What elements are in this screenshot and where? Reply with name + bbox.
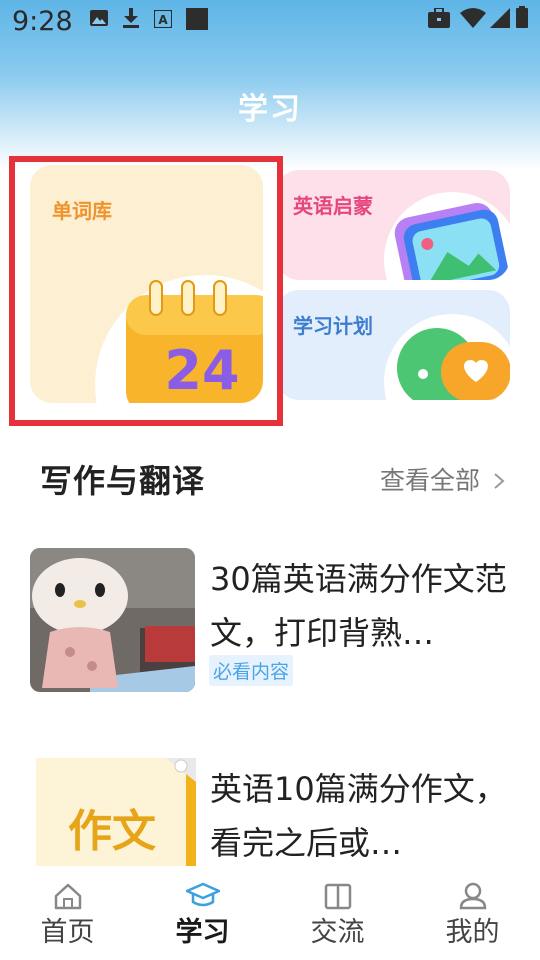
signal-icon bbox=[490, 8, 510, 28]
article-item[interactable]: 作文 英语10篇满分作文，看完之后或… bbox=[30, 758, 510, 868]
nav-item-me[interactable]: 我的 bbox=[405, 866, 540, 960]
heart-chat-icon bbox=[384, 314, 510, 400]
article-title: 英语10篇满分作文，看完之后或… bbox=[210, 770, 507, 862]
battery-icon bbox=[516, 6, 528, 28]
nav-label-home: 首页 bbox=[40, 917, 95, 948]
article-title: 30篇英语满分作文范文，打印背熟… bbox=[210, 560, 507, 652]
study-plan-card[interactable]: 学习计划 bbox=[277, 290, 510, 400]
study-plan-card-label: 学习计划 bbox=[293, 314, 373, 338]
bottom-nav: 首页 学习 交流 我的 bbox=[0, 866, 540, 960]
article-item[interactable]: 30篇英语满分作文范文，打印背熟… 必看内容 bbox=[30, 548, 510, 693]
see-all-label: 查看全部 bbox=[380, 466, 481, 495]
section-title: 写作与翻译 bbox=[40, 462, 206, 500]
kids-english-card-label: 英语启蒙 bbox=[293, 194, 373, 218]
nav-label-me: 我的 bbox=[445, 917, 500, 948]
highlight-box bbox=[9, 156, 283, 426]
nav-item-study[interactable]: 学习 bbox=[135, 866, 270, 960]
photo-toy-icon bbox=[30, 548, 195, 692]
thumbnail-text: 作文 bbox=[68, 806, 156, 857]
briefcase-icon bbox=[428, 8, 450, 28]
text-a-icon: A bbox=[154, 10, 172, 28]
see-all-link[interactable]: 查看全部 bbox=[380, 461, 506, 497]
chevron-right-icon bbox=[494, 473, 505, 489]
page-title: 学习 bbox=[238, 92, 302, 127]
nav-label-community: 交流 bbox=[310, 917, 365, 948]
square-icon bbox=[186, 8, 208, 30]
article-thumbnail bbox=[30, 548, 195, 692]
picture-frame-icon bbox=[384, 192, 510, 280]
document-icon: 作文 bbox=[36, 758, 196, 868]
article-tag: 必看内容 bbox=[209, 655, 294, 686]
article-thumbnail: 作文 bbox=[36, 758, 196, 868]
user-icon bbox=[459, 882, 486, 910]
kids-english-card[interactable]: 英语启蒙 bbox=[277, 170, 510, 280]
wifi-icon bbox=[460, 8, 486, 28]
status-time: 9:28 bbox=[12, 6, 73, 37]
home-icon bbox=[54, 883, 81, 910]
status-bar: 9:28 A bbox=[0, 0, 540, 44]
image-icon bbox=[90, 10, 108, 26]
book-icon bbox=[324, 883, 351, 910]
nav-label-study: 学习 bbox=[175, 917, 230, 948]
nav-item-community[interactable]: 交流 bbox=[270, 866, 405, 960]
download-icon bbox=[123, 8, 139, 28]
svg-text:A: A bbox=[158, 13, 168, 27]
graduation-cap-icon bbox=[185, 882, 220, 907]
nav-item-home[interactable]: 首页 bbox=[0, 866, 135, 960]
